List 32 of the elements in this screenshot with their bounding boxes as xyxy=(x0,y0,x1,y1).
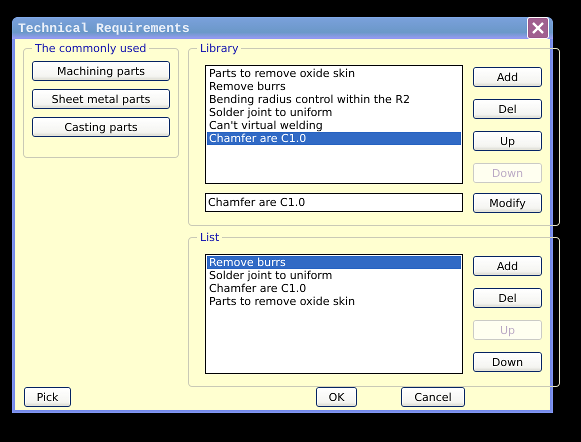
ok-button[interactable]: OK xyxy=(316,387,357,407)
list-box[interactable]: Remove burrs Solder joint to uniform Chamfer are C1.0 Parts to remove oxide skin xyxy=(205,254,463,374)
list-item[interactable]: Parts to remove oxide skin xyxy=(207,295,461,308)
group-title: List xyxy=(199,231,220,244)
list-item[interactable]: Solder joint to uniform xyxy=(207,106,461,119)
list-box[interactable]: Parts to remove oxide skin Remove burrs Bending radius control within the R2 Solder joint to uniform Can't virtual welding Chamfer are C1.0 xyxy=(205,65,463,184)
window-title: Technical Requirements xyxy=(18,20,190,36)
list-action-button[interactable]: Up xyxy=(473,131,542,151)
preset-button[interactable]: Casting parts xyxy=(32,117,170,137)
list-item[interactable]: Parts to remove oxide skin xyxy=(207,67,461,80)
list-action-button[interactable]: Del xyxy=(473,99,542,119)
close-button[interactable] xyxy=(527,17,549,39)
list-action-button[interactable]: Add xyxy=(473,256,542,276)
list-item[interactable]: Solder joint to uniform xyxy=(207,269,461,282)
close-icon xyxy=(531,21,545,35)
list-item[interactable]: Can't virtual welding xyxy=(207,119,461,132)
list-item[interactable]: Remove burrs xyxy=(207,256,461,269)
modify-button[interactable]: Modify xyxy=(473,193,542,213)
list-action-button[interactable]: Del xyxy=(473,288,542,308)
preset-button[interactable]: Sheet metal parts xyxy=(32,89,170,109)
list-action-button[interactable]: Down xyxy=(473,352,542,372)
group-title: Library xyxy=(199,42,240,55)
list-item[interactable]: Chamfer are C1.0 xyxy=(207,282,461,295)
pick-button[interactable]: Pick xyxy=(24,387,71,407)
text-field[interactable]: Chamfer are C1.0 xyxy=(205,193,463,212)
list-item[interactable]: Remove burrs xyxy=(207,80,461,93)
cancel-button[interactable]: Cancel xyxy=(401,387,465,407)
list-item[interactable]: Bending radius control within the R2 xyxy=(207,93,461,106)
list-action-button[interactable]: Add xyxy=(473,67,542,87)
group-title: The commonly used xyxy=(34,42,148,55)
preset-button[interactable]: Machining parts xyxy=(32,61,170,81)
list-item[interactable]: Chamfer are C1.0 xyxy=(207,132,461,145)
